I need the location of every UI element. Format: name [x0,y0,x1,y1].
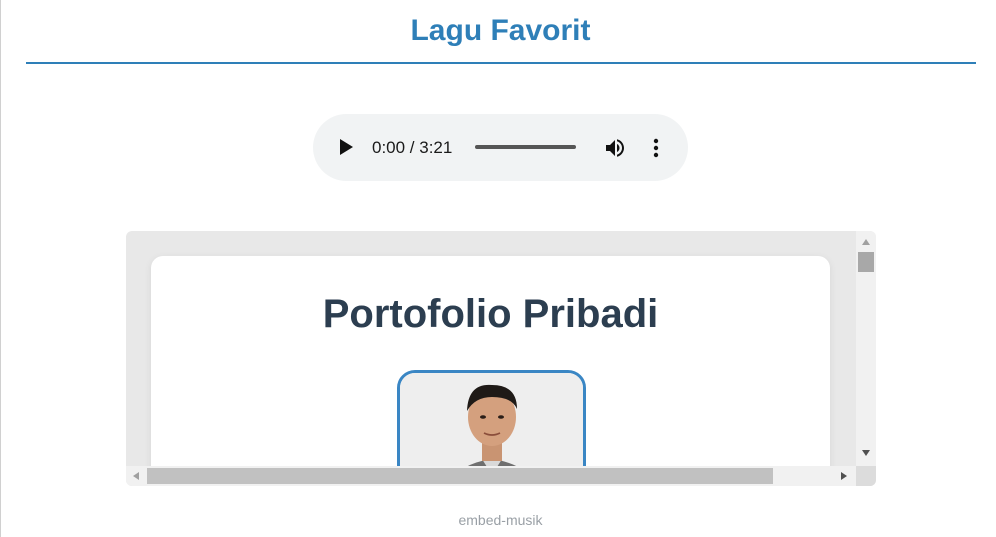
portfolio-card: Portofolio Pribadi [151,256,830,486]
scroll-left-arrow-icon[interactable] [133,472,139,480]
vertical-scrollbar[interactable] [856,231,876,466]
vertical-scroll-thumb[interactable] [858,252,874,272]
page-left-border [0,0,1,537]
audio-player[interactable]: 0:00 / 3:21 [313,114,688,181]
time-display: 0:00 / 3:21 [372,138,453,157]
scrollbar-corner [856,466,876,486]
horizontal-scrollbar[interactable] [126,466,856,486]
horizontal-scroll-thumb[interactable] [147,468,773,484]
play-icon[interactable] [340,139,353,155]
portfolio-heading: Portofolio Pribadi [322,292,659,336]
seek-slider[interactable] [475,145,576,149]
embedded-iframe[interactable]: Portofolio Pribadi [126,231,876,486]
scroll-right-arrow-icon[interactable] [841,472,847,480]
title-divider [26,62,976,64]
more-options-icon[interactable] [646,137,666,159]
scroll-down-arrow-icon[interactable] [862,450,870,456]
page-title: Lagu Favorit [410,14,591,47]
scroll-up-arrow-icon[interactable] [862,239,870,245]
volume-icon[interactable] [603,136,627,160]
embed-caption: embed-musik [458,512,543,528]
